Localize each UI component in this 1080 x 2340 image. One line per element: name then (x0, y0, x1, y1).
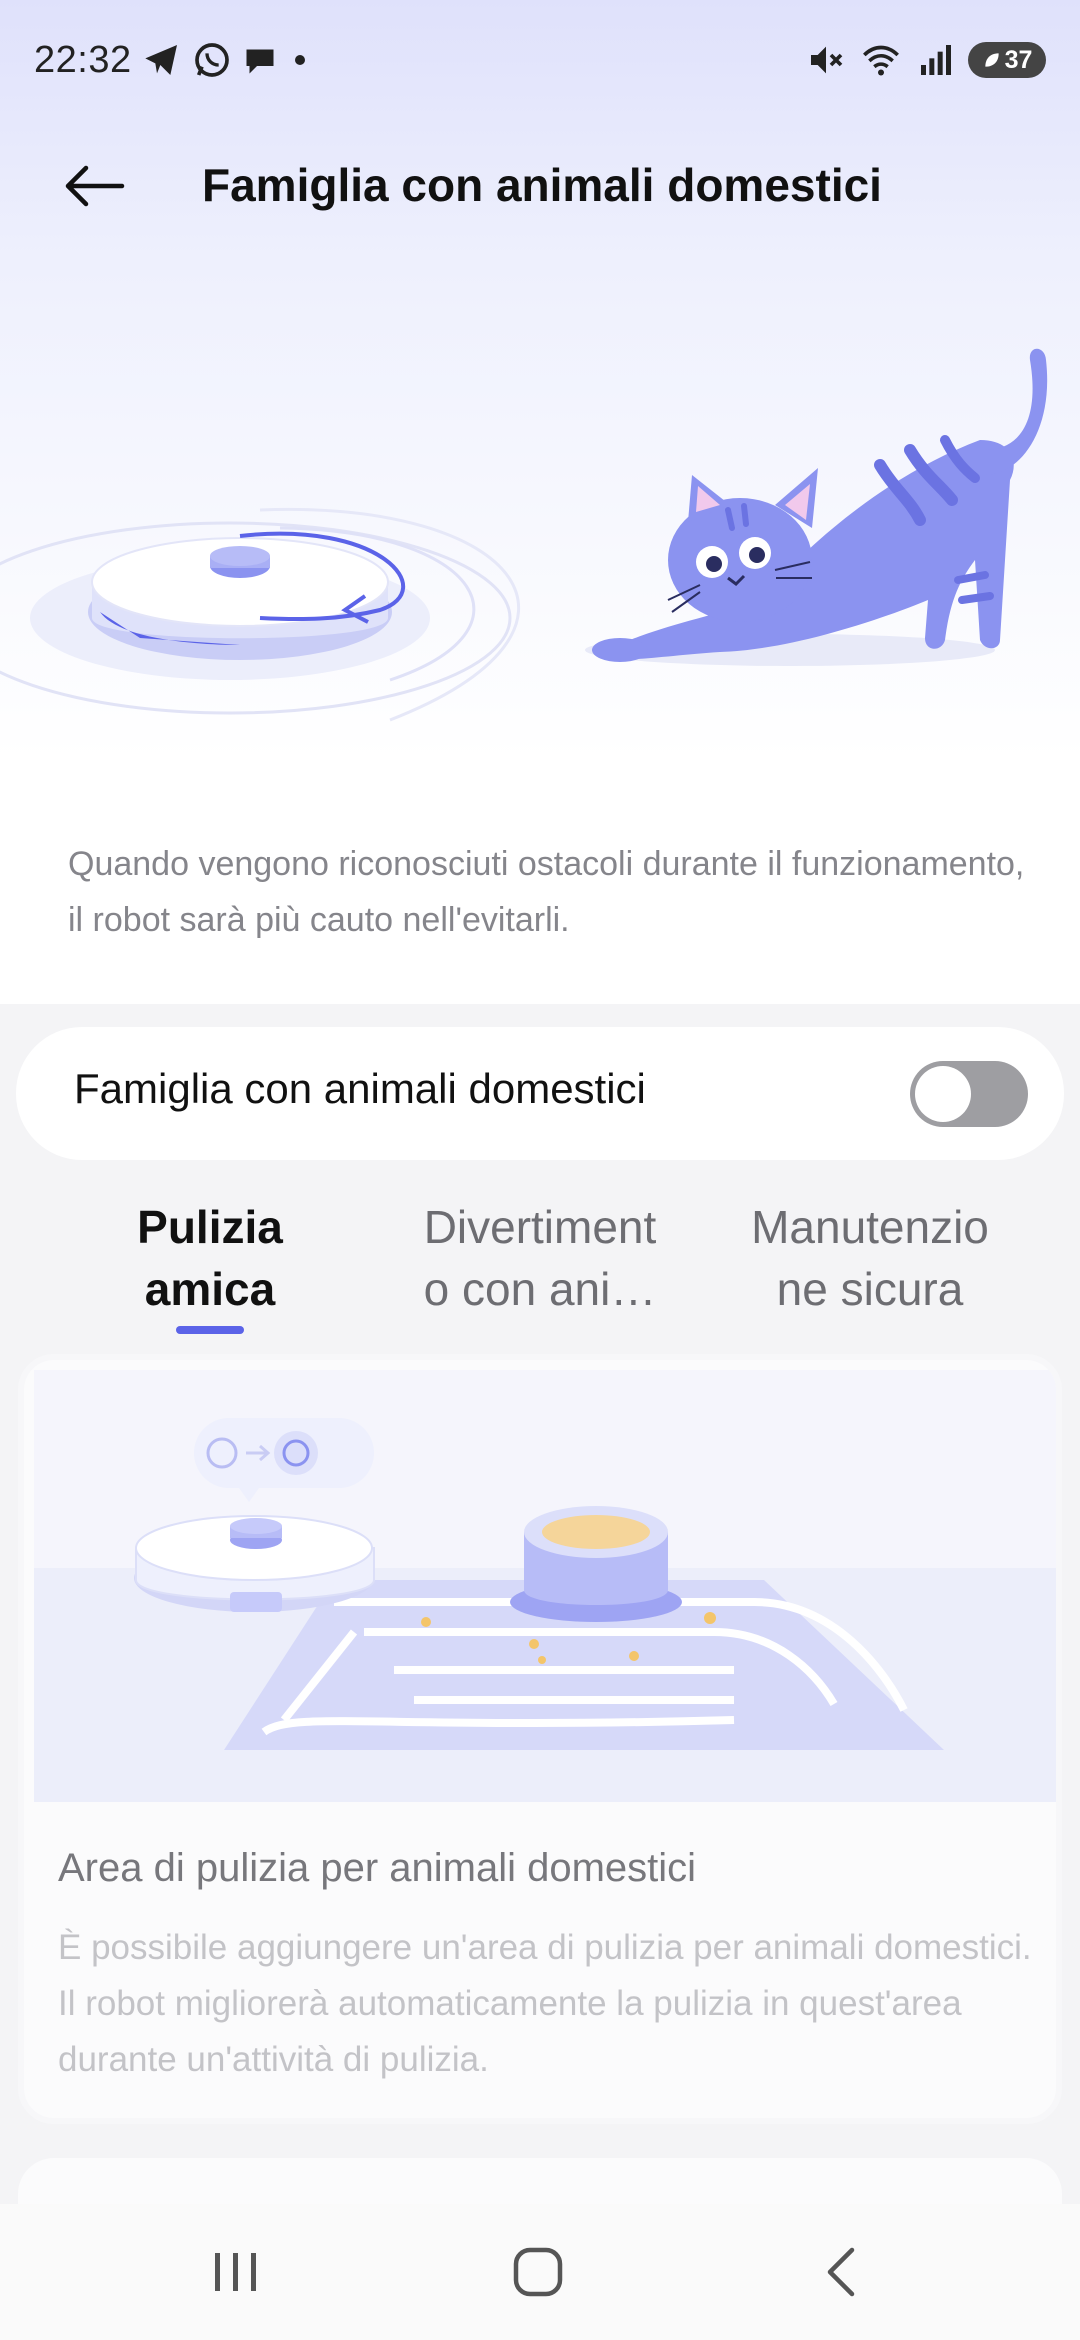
recent-apps-icon (215, 2253, 256, 2291)
status-left: 22:32 (34, 39, 312, 82)
nav-back-button[interactable] (780, 2236, 900, 2308)
back-button[interactable] (56, 156, 132, 216)
battery-level: 37 (1004, 45, 1033, 74)
battery-indicator: 37 (968, 42, 1046, 78)
feature-card-title: Area di pulizia per animali domestici (58, 1846, 697, 1890)
pet-area-illustration (34, 1370, 1056, 1802)
status-bar: 22:32 37 (0, 0, 1080, 120)
arrow-left-icon (65, 165, 125, 207)
feature-card-description: È possibile aggiungere un'area di pulizi… (58, 1928, 1032, 2079)
recent-apps-button[interactable] (176, 2236, 296, 2308)
tab-divertimento[interactable]: Divertiment o con ani… (390, 1196, 690, 1320)
tab-label-line1: Manutenzio (751, 1201, 989, 1253)
tab-manutenzione[interactable]: Manutenzio ne sicura (720, 1196, 1020, 1320)
back-icon (827, 2247, 855, 2297)
tab-label-line2: amica (144, 1263, 276, 1315)
tab-label-line2: ne sicura (776, 1263, 964, 1315)
tab-label-line1: Divertiment (423, 1201, 657, 1253)
feature-description: Quando vengono riconosciuti ostacoli dur… (68, 845, 1025, 939)
home-button[interactable] (478, 2236, 598, 2308)
toggle-label: Famiglia con animali domestici (74, 1065, 646, 1112)
telegram-icon (144, 45, 177, 75)
whatsapp-icon (194, 43, 229, 77)
hero-illustration (0, 300, 1080, 780)
mute-icon (811, 46, 843, 74)
page-title: Famiglia con animali domestici (202, 159, 882, 211)
status-time: 22:32 (34, 38, 132, 81)
robot-rug-illustration (34, 1370, 1056, 1802)
tab-label-line1: Pulizia (137, 1201, 283, 1253)
app-bar: Famiglia con animali domestici (0, 130, 1080, 240)
pet-family-toggle-row: Famiglia con animali domestici (16, 1027, 1064, 1160)
system-nav-bar (0, 2204, 1080, 2340)
pet-cleaning-area-card[interactable]: Area di pulizia per animali domestici È … (18, 1354, 1062, 2124)
leaf-icon (984, 53, 999, 67)
tab-label-line2: o con ani… (423, 1263, 657, 1315)
status-right: 37 (806, 40, 1046, 80)
pet-family-toggle[interactable] (910, 1061, 1028, 1127)
wifi-icon (863, 45, 899, 76)
chat-bubble-icon (246, 49, 274, 74)
tab-bar: Pulizia amica Divertiment o con ani… Man… (0, 1186, 1080, 1336)
toggle-knob (915, 1066, 971, 1122)
dot-icon (294, 55, 305, 65)
tab-pulizia-amica[interactable]: Pulizia amica (60, 1196, 360, 1320)
home-icon (513, 2247, 563, 2297)
active-tab-indicator (176, 1326, 244, 1334)
signal-icon (921, 45, 951, 75)
robot-cat-illustration (0, 348, 1048, 722)
